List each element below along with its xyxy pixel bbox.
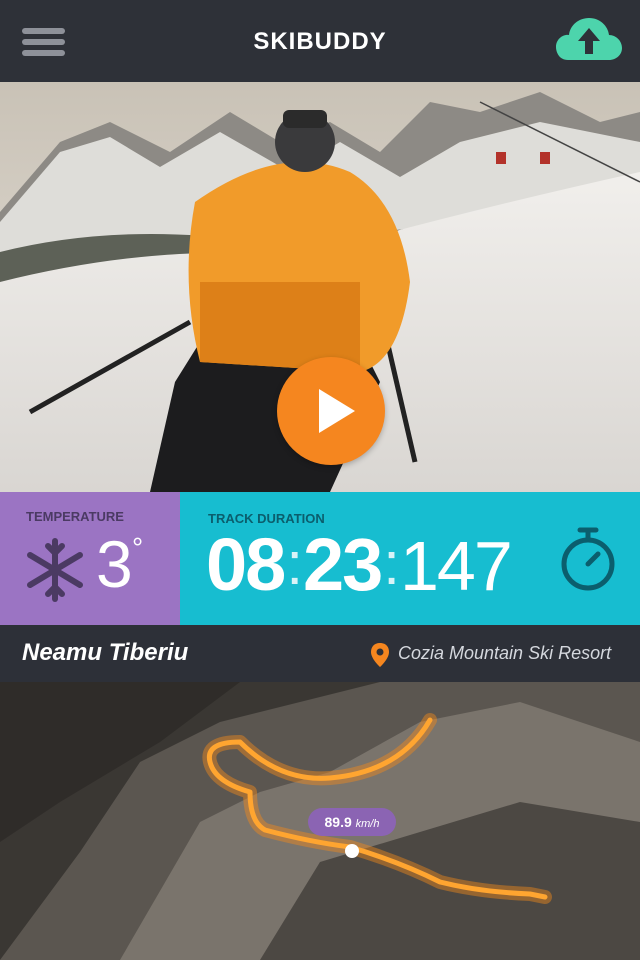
play-icon <box>319 389 355 433</box>
top-bar: SKIBUDDY <box>0 0 640 82</box>
temperature-value: 3 <box>96 527 133 601</box>
temperature-label: TEMPERATURE <box>26 509 124 524</box>
colon: : <box>286 530 303 597</box>
speed-badge: 89.9 km/h <box>308 808 396 836</box>
duration-milliseconds: 147 <box>399 527 513 605</box>
speed-value: 89.9 <box>324 814 352 830</box>
hero-image <box>0 82 640 492</box>
cloud-upload-icon[interactable] <box>554 14 624 64</box>
duration-minutes: 08 <box>206 523 286 606</box>
degree-symbol: ° <box>132 532 144 563</box>
temperature-card: TEMPERATURE 3 ° <box>0 492 180 625</box>
app-title: SKIBUDDY <box>253 28 387 55</box>
stopwatch-icon[interactable] <box>558 526 618 592</box>
stats-panel: TEMPERATURE 3 ° TRACK DURATION 08:23:147 <box>0 492 640 625</box>
location-pin-icon <box>371 643 389 667</box>
play-button[interactable] <box>277 357 385 465</box>
duration-display: 08:23:147 <box>206 522 513 606</box>
user-name[interactable]: Neamu Tiberiu <box>22 639 188 667</box>
resort-name[interactable]: Cozia Mountain Ski Resort <box>398 643 611 664</box>
colon: : <box>383 530 400 597</box>
speed-unit: km/h <box>355 818 380 830</box>
snowflake-icon <box>27 538 83 602</box>
rider-info-bar: Neamu Tiberiu Cozia Mountain Ski Resort <box>0 625 640 682</box>
duration-seconds: 23 <box>302 523 383 606</box>
track-duration-card: TRACK DURATION 08:23:147 <box>180 492 640 625</box>
